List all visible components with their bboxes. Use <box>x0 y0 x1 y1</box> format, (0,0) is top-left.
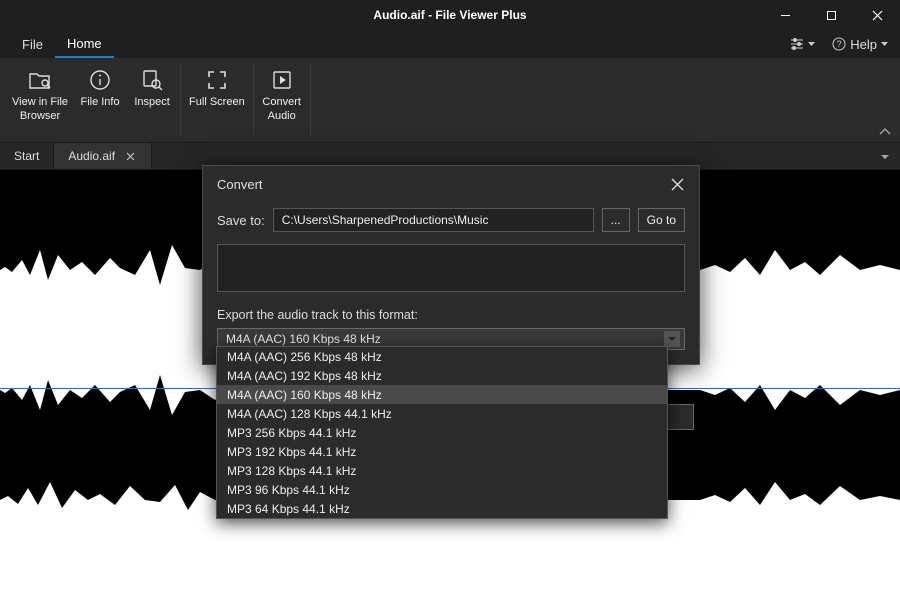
menu-file[interactable]: File <box>10 30 55 58</box>
format-option[interactable]: MP3 256 Kbps 44.1 kHz <box>217 423 667 442</box>
window-title: Audio.aif - File Viewer Plus <box>373 8 526 22</box>
maximize-button[interactable] <box>808 0 854 30</box>
format-dropdown-list: M4A (AAC) 256 Kbps 48 kHz M4A (AAC) 192 … <box>216 346 668 519</box>
save-to-label: Save to: <box>217 213 265 228</box>
save-path-input[interactable]: C:\Users\SharpenedProductions\Music <box>273 208 594 232</box>
tab-close-icon[interactable] <box>123 149 137 163</box>
format-option[interactable]: MP3 192 Kbps 44.1 kHz <box>217 442 667 461</box>
format-option[interactable]: MP3 128 Kbps 44.1 kHz <box>217 461 667 480</box>
format-option[interactable]: M4A (AAC) 128 Kbps 44.1 kHz <box>217 404 667 423</box>
format-option[interactable]: MP3 96 Kbps 44.1 kHz <box>217 480 667 499</box>
export-format-label: Export the audio track to this format: <box>217 308 685 322</box>
dialog-titlebar: Convert <box>203 166 699 202</box>
ribbon-collapse-button[interactable] <box>876 124 894 138</box>
dialog-preview-area <box>217 244 685 292</box>
ribbon-label: Full Screen <box>189 96 245 110</box>
menubar: File Home ? Help <box>0 30 900 58</box>
folder-search-icon <box>26 66 54 94</box>
window-buttons <box>762 0 900 30</box>
svg-text:?: ? <box>837 39 842 49</box>
ribbon-file-info[interactable]: File Info <box>76 64 124 136</box>
format-option[interactable]: MP3 64 Kbps 44.1 kHz <box>217 499 667 518</box>
help-button[interactable]: ? Help <box>826 37 894 52</box>
titlebar: Audio.aif - File Viewer Plus <box>0 0 900 30</box>
combobox-selected: M4A (AAC) 160 Kbps 48 kHz <box>226 332 381 346</box>
ribbon-label: Inspect <box>134 96 169 110</box>
minimize-button[interactable] <box>762 0 808 30</box>
fullscreen-icon <box>203 66 231 94</box>
tab-audio[interactable]: Audio.aif <box>54 143 152 169</box>
tab-label: Audio.aif <box>68 149 115 163</box>
info-icon <box>86 66 114 94</box>
format-option[interactable]: M4A (AAC) 160 Kbps 48 kHz <box>217 385 667 404</box>
combobox-caret-icon <box>664 331 680 347</box>
menu-home[interactable]: Home <box>55 30 114 58</box>
tabstrip-overflow-button[interactable] <box>876 143 894 171</box>
convert-icon <box>268 66 296 94</box>
tab-label: Start <box>14 149 39 163</box>
tab-start[interactable]: Start <box>0 143 54 169</box>
format-option[interactable]: M4A (AAC) 192 Kbps 48 kHz <box>217 366 667 385</box>
ribbon-label: File Info <box>80 96 119 110</box>
format-option[interactable]: M4A (AAC) 256 Kbps 48 kHz <box>217 347 667 366</box>
dialog-close-button[interactable] <box>663 170 691 198</box>
ribbon-convert-audio[interactable]: Convert Audio <box>258 64 306 136</box>
ribbon-label: Convert Audio <box>262 96 301 124</box>
inspect-icon <box>138 66 166 94</box>
help-label: Help <box>850 37 877 52</box>
close-button[interactable] <box>854 0 900 30</box>
ribbon-label: View in File Browser <box>12 96 68 124</box>
ribbon: View in File Browser File Info Inspect <box>0 58 900 142</box>
goto-button[interactable]: Go to <box>638 208 685 232</box>
ribbon-view-in-file-browser[interactable]: View in File Browser <box>8 64 72 136</box>
convert-dialog: Convert Save to: C:\Users\SharpenedProdu… <box>202 165 700 365</box>
settings-icon[interactable] <box>788 30 816 58</box>
ribbon-inspect[interactable]: Inspect <box>128 64 176 136</box>
browse-button[interactable]: ... <box>602 208 630 232</box>
ribbon-full-screen[interactable]: Full Screen <box>185 64 249 136</box>
dialog-title: Convert <box>217 177 263 192</box>
